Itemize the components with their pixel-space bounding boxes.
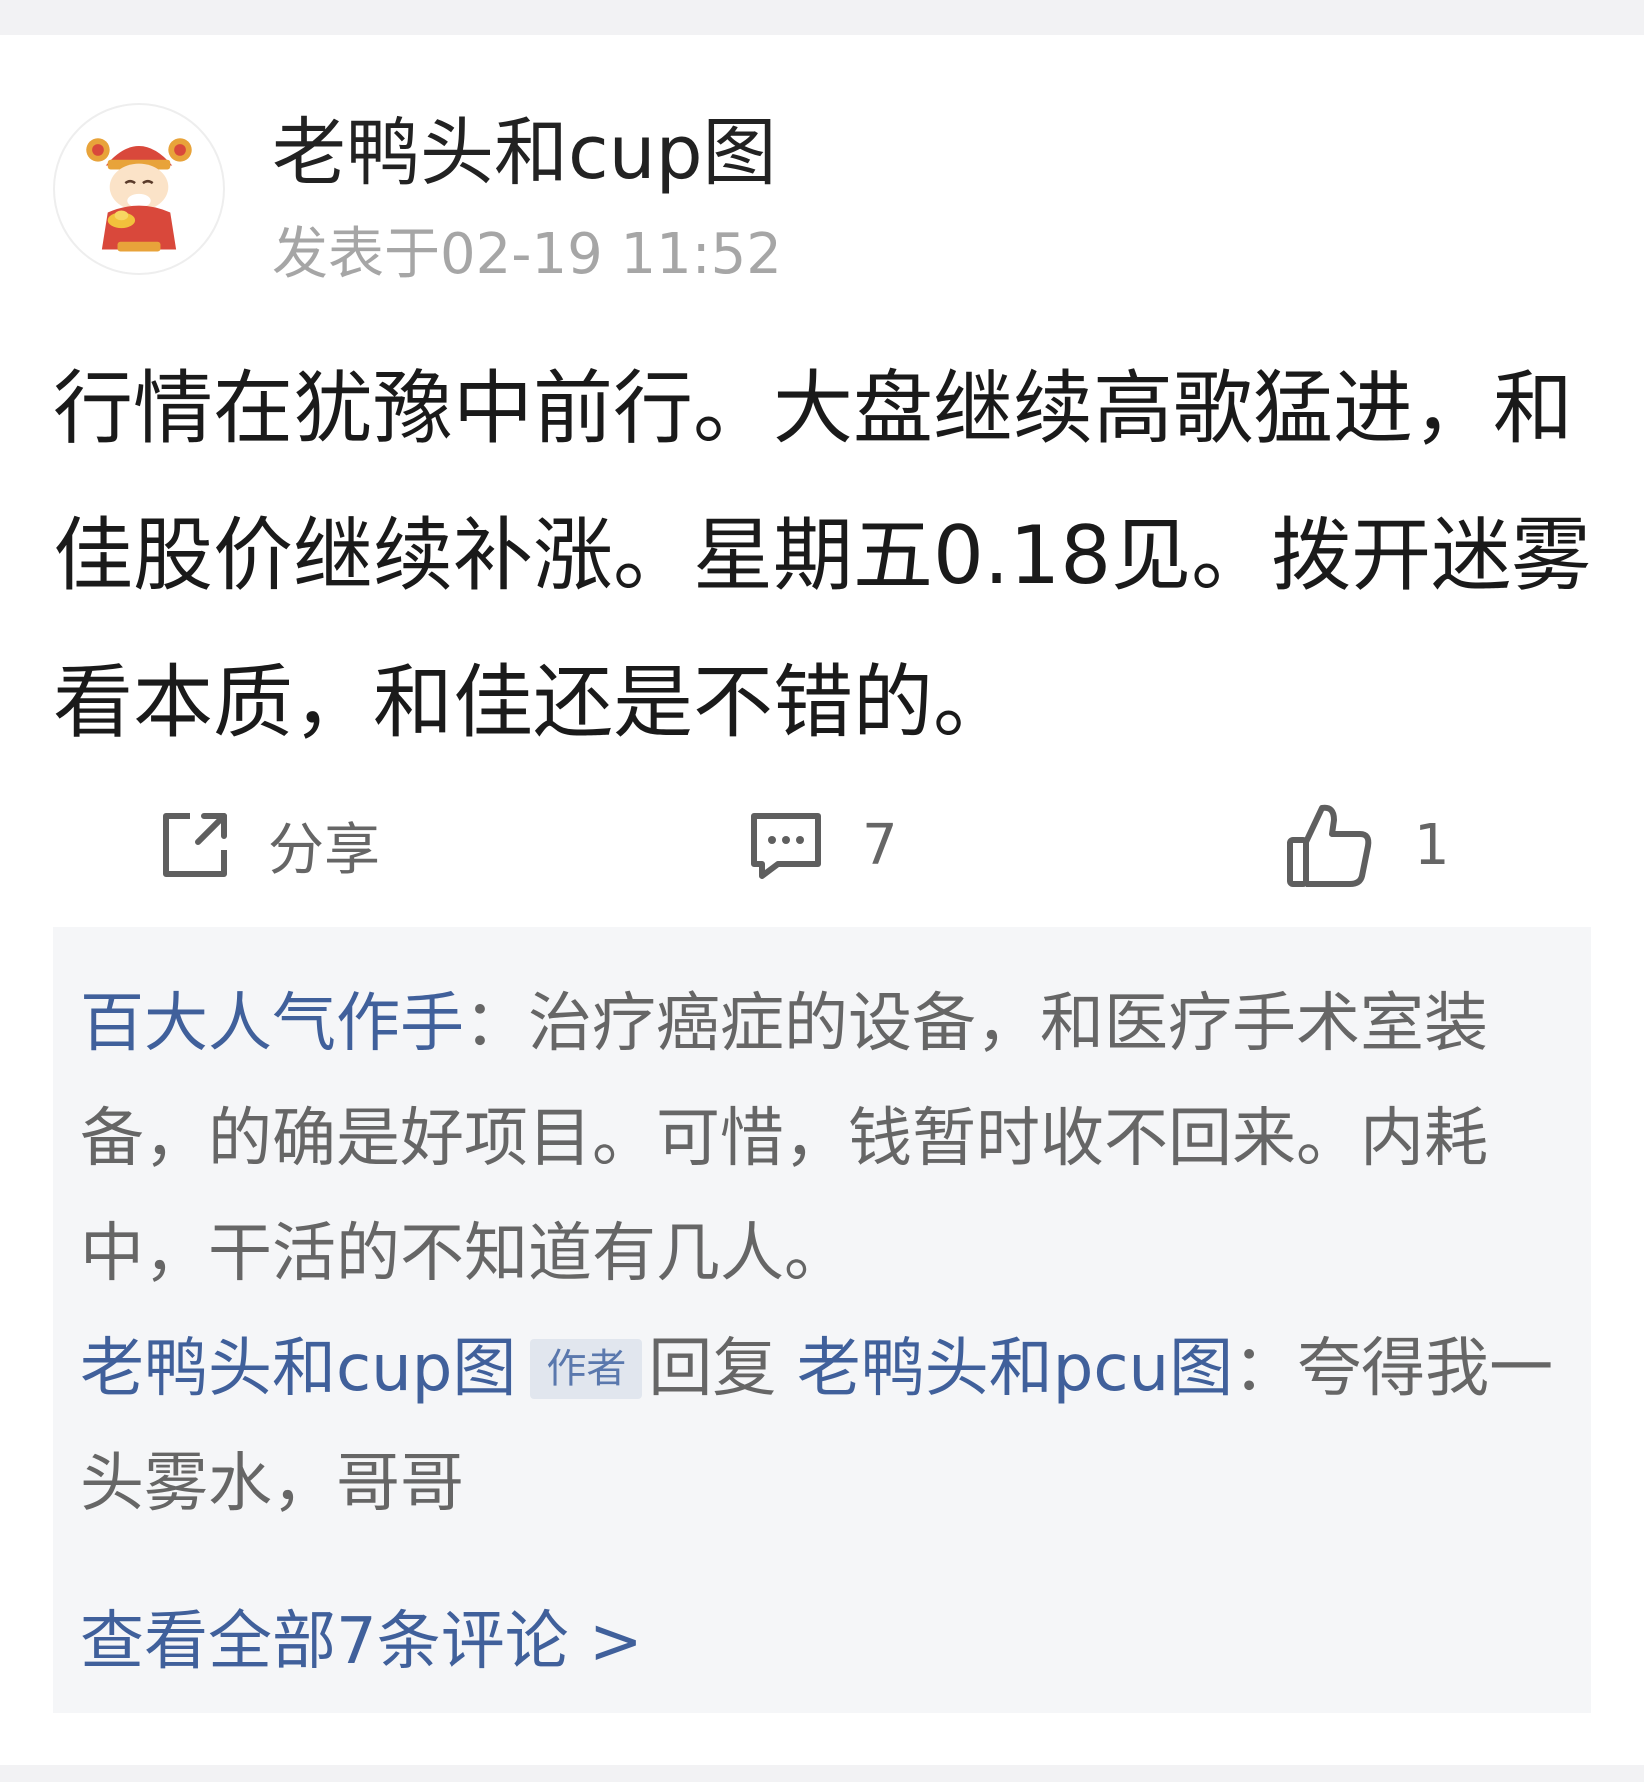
post-author-name[interactable]: 老鸭头和cup图 xyxy=(272,103,777,203)
post-card: 老鸭头和cup图 发表于02-19 11:52 行情在犹豫中前行。大盘继续高歌猛… xyxy=(0,35,1644,1765)
comment-button[interactable]: 7 xyxy=(748,785,898,905)
share-button[interactable]: 分享 xyxy=(158,785,380,905)
comment-separator: ： xyxy=(1233,1332,1298,1406)
like-count: 1 xyxy=(1414,812,1450,878)
reply-word: 回复 xyxy=(648,1332,777,1406)
comment-item[interactable]: 老鸭头和cup图 作者 回复 老鸭头和pcu图：夸得我一头雾水，哥哥 xyxy=(80,1312,1570,1542)
view-all-comments-link[interactable]: 查看全部7条评论 > xyxy=(80,1587,643,1697)
like-button[interactable]: 1 xyxy=(1286,785,1450,905)
comment-username[interactable]: 老鸭头和cup图 xyxy=(80,1332,516,1406)
reply-to-username[interactable]: 老鸭头和pcu图 xyxy=(797,1332,1233,1406)
share-icon xyxy=(163,813,227,877)
thumbs-up-icon xyxy=(1287,804,1372,887)
comment-item[interactable]: 百大人气作手：治疗癌症的设备，和医疗手术室装备，的确是好项目。可惜，钱暂时收不回… xyxy=(80,967,1570,1312)
share-label: 分享 xyxy=(268,817,380,883)
post-timestamp: 发表于02-19 11:52 xyxy=(272,222,782,287)
comment-preview-panel: 百大人气作手：治疗癌症的设备，和医疗手术室装备，的确是好项目。可惜，钱暂时收不回… xyxy=(53,927,1591,1713)
author-badge: 作者 xyxy=(530,1339,643,1399)
comment-username[interactable]: 百大人气作手 xyxy=(80,987,464,1061)
comment-count: 7 xyxy=(862,812,898,878)
post-content[interactable]: 行情在犹豫中前行。大盘继续高歌猛进，和佳股价继续补涨。星期五0.18见。拨开迷雾… xyxy=(53,335,1613,776)
comment-separator: ： xyxy=(464,987,528,1061)
comment-icon xyxy=(751,813,821,879)
post-action-bar: 分享 7 1 xyxy=(0,785,1644,905)
caishen-avatar-icon xyxy=(55,105,223,273)
author-avatar[interactable] xyxy=(53,103,225,275)
